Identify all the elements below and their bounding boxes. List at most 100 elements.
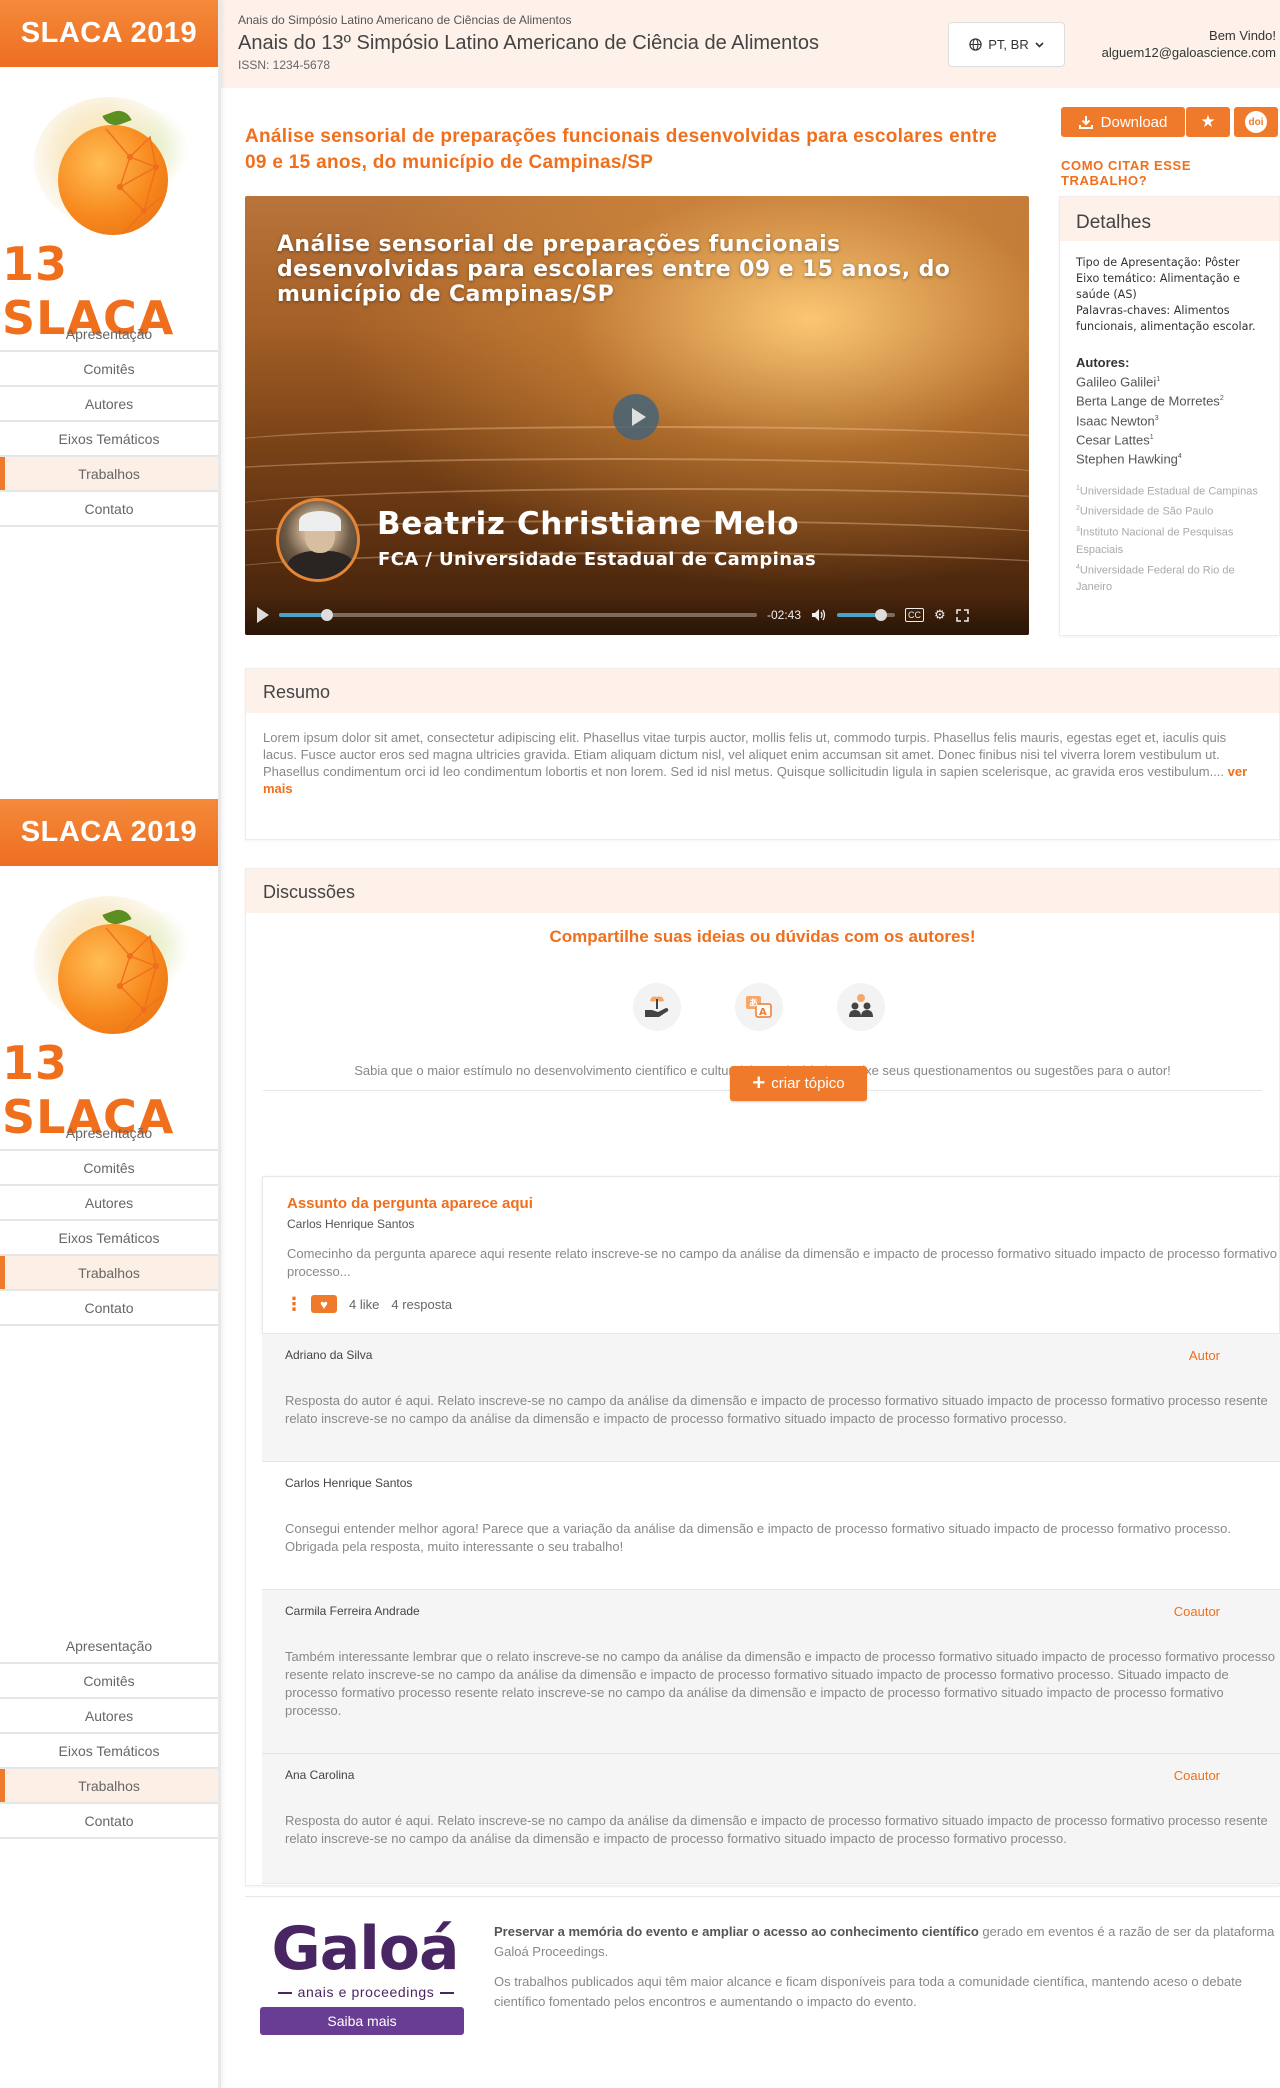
captions-icon[interactable]: CC (905, 608, 925, 622)
sidebar-item-apresentacao[interactable]: Apresentação (0, 1116, 218, 1151)
play-button[interactable] (613, 394, 659, 440)
play-icon[interactable] (257, 607, 269, 623)
event-logo[interactable]: 13 SLACA (0, 67, 218, 345)
reply-text: Resposta do autor é aqui. Relato inscrev… (285, 1393, 1268, 1426)
sidebar: SLACA 2019 13 SLACA Apresentação Comitês… (0, 0, 221, 2088)
like-button[interactable]: ♥ (311, 1295, 337, 1313)
volume-handle[interactable] (874, 609, 887, 621)
author-item[interactable]: Cesar Lattes1 (1076, 429, 1263, 448)
author-item[interactable]: Isaac Newton3 (1076, 410, 1263, 429)
sidebar-item-comites[interactable]: Comitês (0, 1664, 218, 1699)
sidebar-item-autores[interactable]: Autores (0, 1186, 218, 1221)
topic-title[interactable]: Assunto da pergunta aparece aqui (287, 1195, 533, 1212)
presentation-type: Tipo de Apresentação: Pôster (1076, 256, 1240, 269)
doi-button[interactable]: doi (1234, 107, 1278, 137)
institution-item: 2Universidade de São Paulo (1076, 505, 1214, 518)
volume-slider[interactable] (837, 609, 896, 621)
sidebar-item-contato[interactable]: Contato (0, 1804, 218, 1839)
speaker-affiliation: FCA / Universidade Estadual de Campinas (378, 549, 817, 570)
discussions-heading: Discussões (246, 869, 1279, 913)
chevron-down-icon (1035, 41, 1044, 48)
institution-item: 3Instituto Nacional de Pesquisas Espacia… (1076, 525, 1234, 556)
event-logo[interactable]: 13 SLACA (0, 866, 218, 1144)
reply-count[interactable]: 4 resposta (391, 1297, 452, 1312)
settings-icon[interactable]: ⚙ (934, 607, 946, 623)
footer-divider (245, 1896, 1280, 1897)
progress-handle[interactable] (320, 609, 333, 621)
institutions-list: 1Universidade Estadual de Campinas 2Univ… (1076, 480, 1263, 597)
reply-author: Carlos Henrique Santos (285, 1476, 413, 1490)
galoa-logo[interactable]: Galoá (265, 1914, 465, 1984)
institution-item: 1Universidade Estadual de Campinas (1076, 484, 1258, 498)
reply-item: Ana Carolina Coautor Resposta do autor é… (262, 1754, 1280, 1884)
cite-link[interactable]: COMO CITAR ESSE TRABALHO? (1061, 158, 1280, 188)
star-icon: ★ (1200, 112, 1216, 131)
sidebar-item-eixos-tematicos[interactable]: Eixos Temáticos (0, 1734, 218, 1769)
galoa-logo-subtitle: anais e proceedings (268, 1984, 464, 2000)
sidebar-item-comites[interactable]: Comitês (0, 352, 218, 387)
abstract-panel: Resumo Lorem ipsum dolor sit amet, conse… (245, 668, 1280, 840)
discussions-cta: Compartilhe suas ideias ou dúvidas com o… (549, 927, 976, 946)
author-item[interactable]: Galileo Galilei1 (1076, 371, 1263, 390)
fullscreen-icon[interactable] (955, 608, 969, 622)
sidebar-nav: Apresentação Comitês Autores Eixos Temát… (0, 1116, 218, 1326)
institution-item: 4Universidade Federal do Rio de Janeiro (1076, 563, 1235, 594)
language-selector[interactable]: PT, BR (948, 22, 1065, 67)
event-brand-header[interactable]: SLACA 2019 (0, 0, 218, 67)
sidebar-nav: Apresentação Comitês Autores Eixos Temát… (0, 317, 218, 527)
progress-bar[interactable] (279, 609, 757, 621)
reply-role-badge: Autor (1188, 1348, 1220, 1363)
create-topic-button[interactable]: + criar tópico (730, 1066, 867, 1101)
download-label: Download (1100, 113, 1168, 131)
time-remaining: -02:43 (767, 608, 802, 622)
reply-text: Consegui entender melhor agora! Parece q… (285, 1521, 1231, 1554)
event-brand-header[interactable]: SLACA 2019 (0, 799, 218, 866)
reply-role-badge: Coautor (1173, 1768, 1220, 1783)
sidebar-item-eixos-tematicos[interactable]: Eixos Temáticos (0, 1221, 218, 1256)
sidebar-item-contato[interactable]: Contato (0, 1291, 218, 1326)
authors-list: Galileo Galilei1 Berta Lange de Morretes… (1076, 371, 1263, 468)
reply-item: Carlos Henrique Santos Consegui entender… (262, 1462, 1280, 1590)
reply-item: Adriano da Silva Autor Resposta do autor… (262, 1334, 1280, 1462)
discussion-topic[interactable]: Assunto da pergunta aparece aqui Carlos … (262, 1176, 1280, 1334)
sidebar-item-trabalhos[interactable]: Trabalhos (0, 457, 218, 492)
sidebar-block: Apresentação Comitês Autores Eixos Temát… (0, 1629, 218, 1839)
favorite-button[interactable]: ★ (1186, 107, 1230, 137)
learn-more-button[interactable]: Saiba mais (260, 2007, 464, 2035)
globe-icon (969, 38, 982, 51)
sidebar-item-autores[interactable]: Autores (0, 387, 218, 422)
sidebar-item-apresentacao[interactable]: Apresentação (0, 317, 218, 352)
svg-text:A: A (759, 1007, 767, 1018)
sidebar-item-trabalhos[interactable]: Trabalhos (0, 1256, 218, 1291)
reply-role-badge: Coautor (1173, 1604, 1220, 1619)
author-item[interactable]: Berta Lange de Morretes2 (1076, 390, 1263, 409)
speaker-avatar (276, 498, 360, 582)
sidebar-item-contato[interactable]: Contato (0, 492, 218, 527)
footer-text: Preservar a memória do evento e ampliar … (494, 1922, 1280, 2012)
details-body: Tipo de Apresentação: Pôster Eixo temáti… (1060, 241, 1279, 610)
sidebar-item-trabalhos[interactable]: Trabalhos (0, 1769, 218, 1804)
avatar-hair (299, 511, 341, 531)
sidebar-item-comites[interactable]: Comitês (0, 1151, 218, 1186)
reply-text: Também interessante lembrar que o relato… (285, 1649, 1275, 1718)
sidebar-block: SLACA 2019 13 SLACA Apresentação Comitês… (0, 799, 218, 1326)
video-player[interactable]: Análise sensorial de preparações funcion… (245, 196, 1029, 635)
topic-author: Carlos Henrique Santos (287, 1217, 415, 1231)
download-button[interactable]: Download (1061, 107, 1185, 137)
user-menu[interactable]: Bem Vindo! alguem12@galoascience.com (1102, 27, 1276, 61)
sidebar-item-apresentacao[interactable]: Apresentação (0, 1629, 218, 1664)
like-count: 4 like (349, 1296, 380, 1312)
author-item[interactable]: Stephen Hawking4 (1076, 448, 1263, 467)
volume-icon[interactable] (811, 608, 827, 622)
heart-icon: ♥ (320, 1296, 328, 1312)
event-title[interactable]: Anais do 13º Simpósio Latino Americano d… (238, 32, 819, 55)
more-options-icon[interactable]: ⋮ (285, 1295, 303, 1313)
svg-text:あ: あ (749, 998, 758, 1009)
sidebar-item-autores[interactable]: Autores (0, 1699, 218, 1734)
details-heading: Detalhes (1060, 197, 1279, 241)
event-subtitle: Anais do Simpósio Latino Americano de Ci… (238, 13, 572, 27)
sidebar-item-eixos-tematicos[interactable]: Eixos Temáticos (0, 422, 218, 457)
topic-actions: ⋮ ♥ 4 like 4 resposta (285, 1295, 452, 1313)
video-controls: -02:43 CC ⚙ (245, 595, 1029, 635)
welcome-text: Bem Vindo! (1209, 28, 1276, 43)
